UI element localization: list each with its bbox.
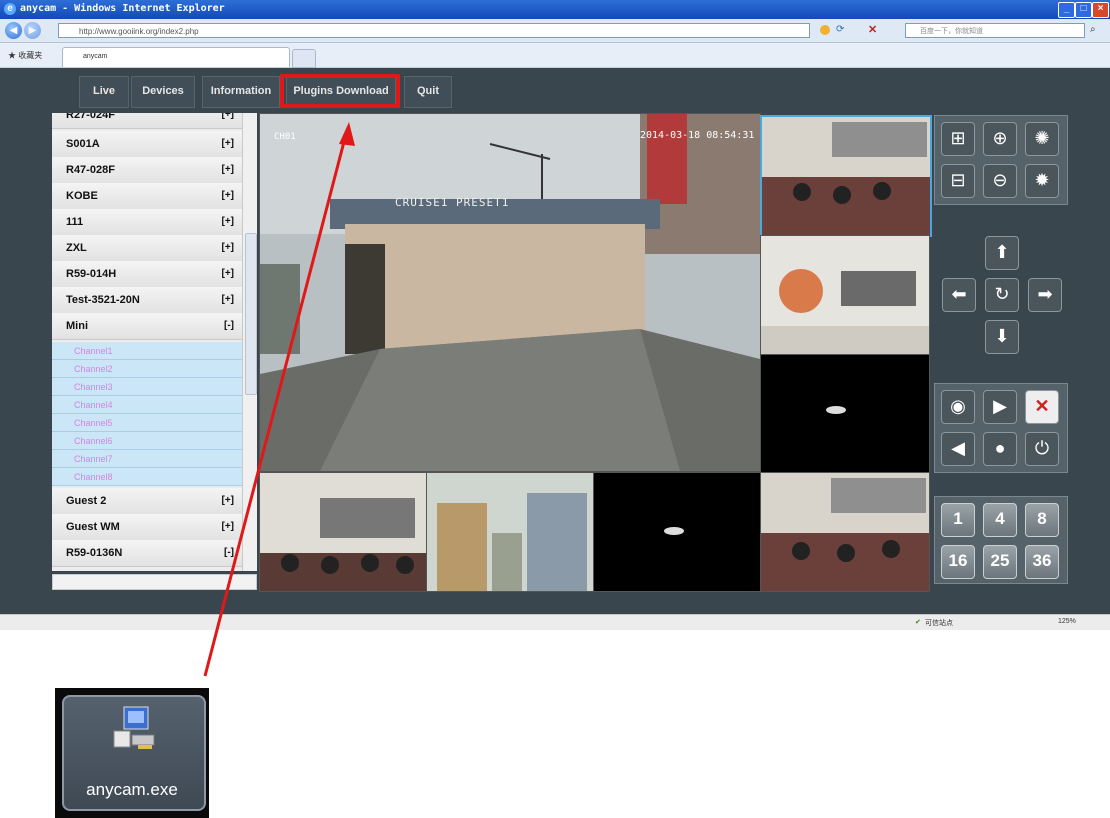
anycam-exe-icon[interactable]: anycam.exe xyxy=(55,688,209,818)
exe-label: anycam.exe xyxy=(86,780,178,799)
installer-icon xyxy=(113,706,155,749)
